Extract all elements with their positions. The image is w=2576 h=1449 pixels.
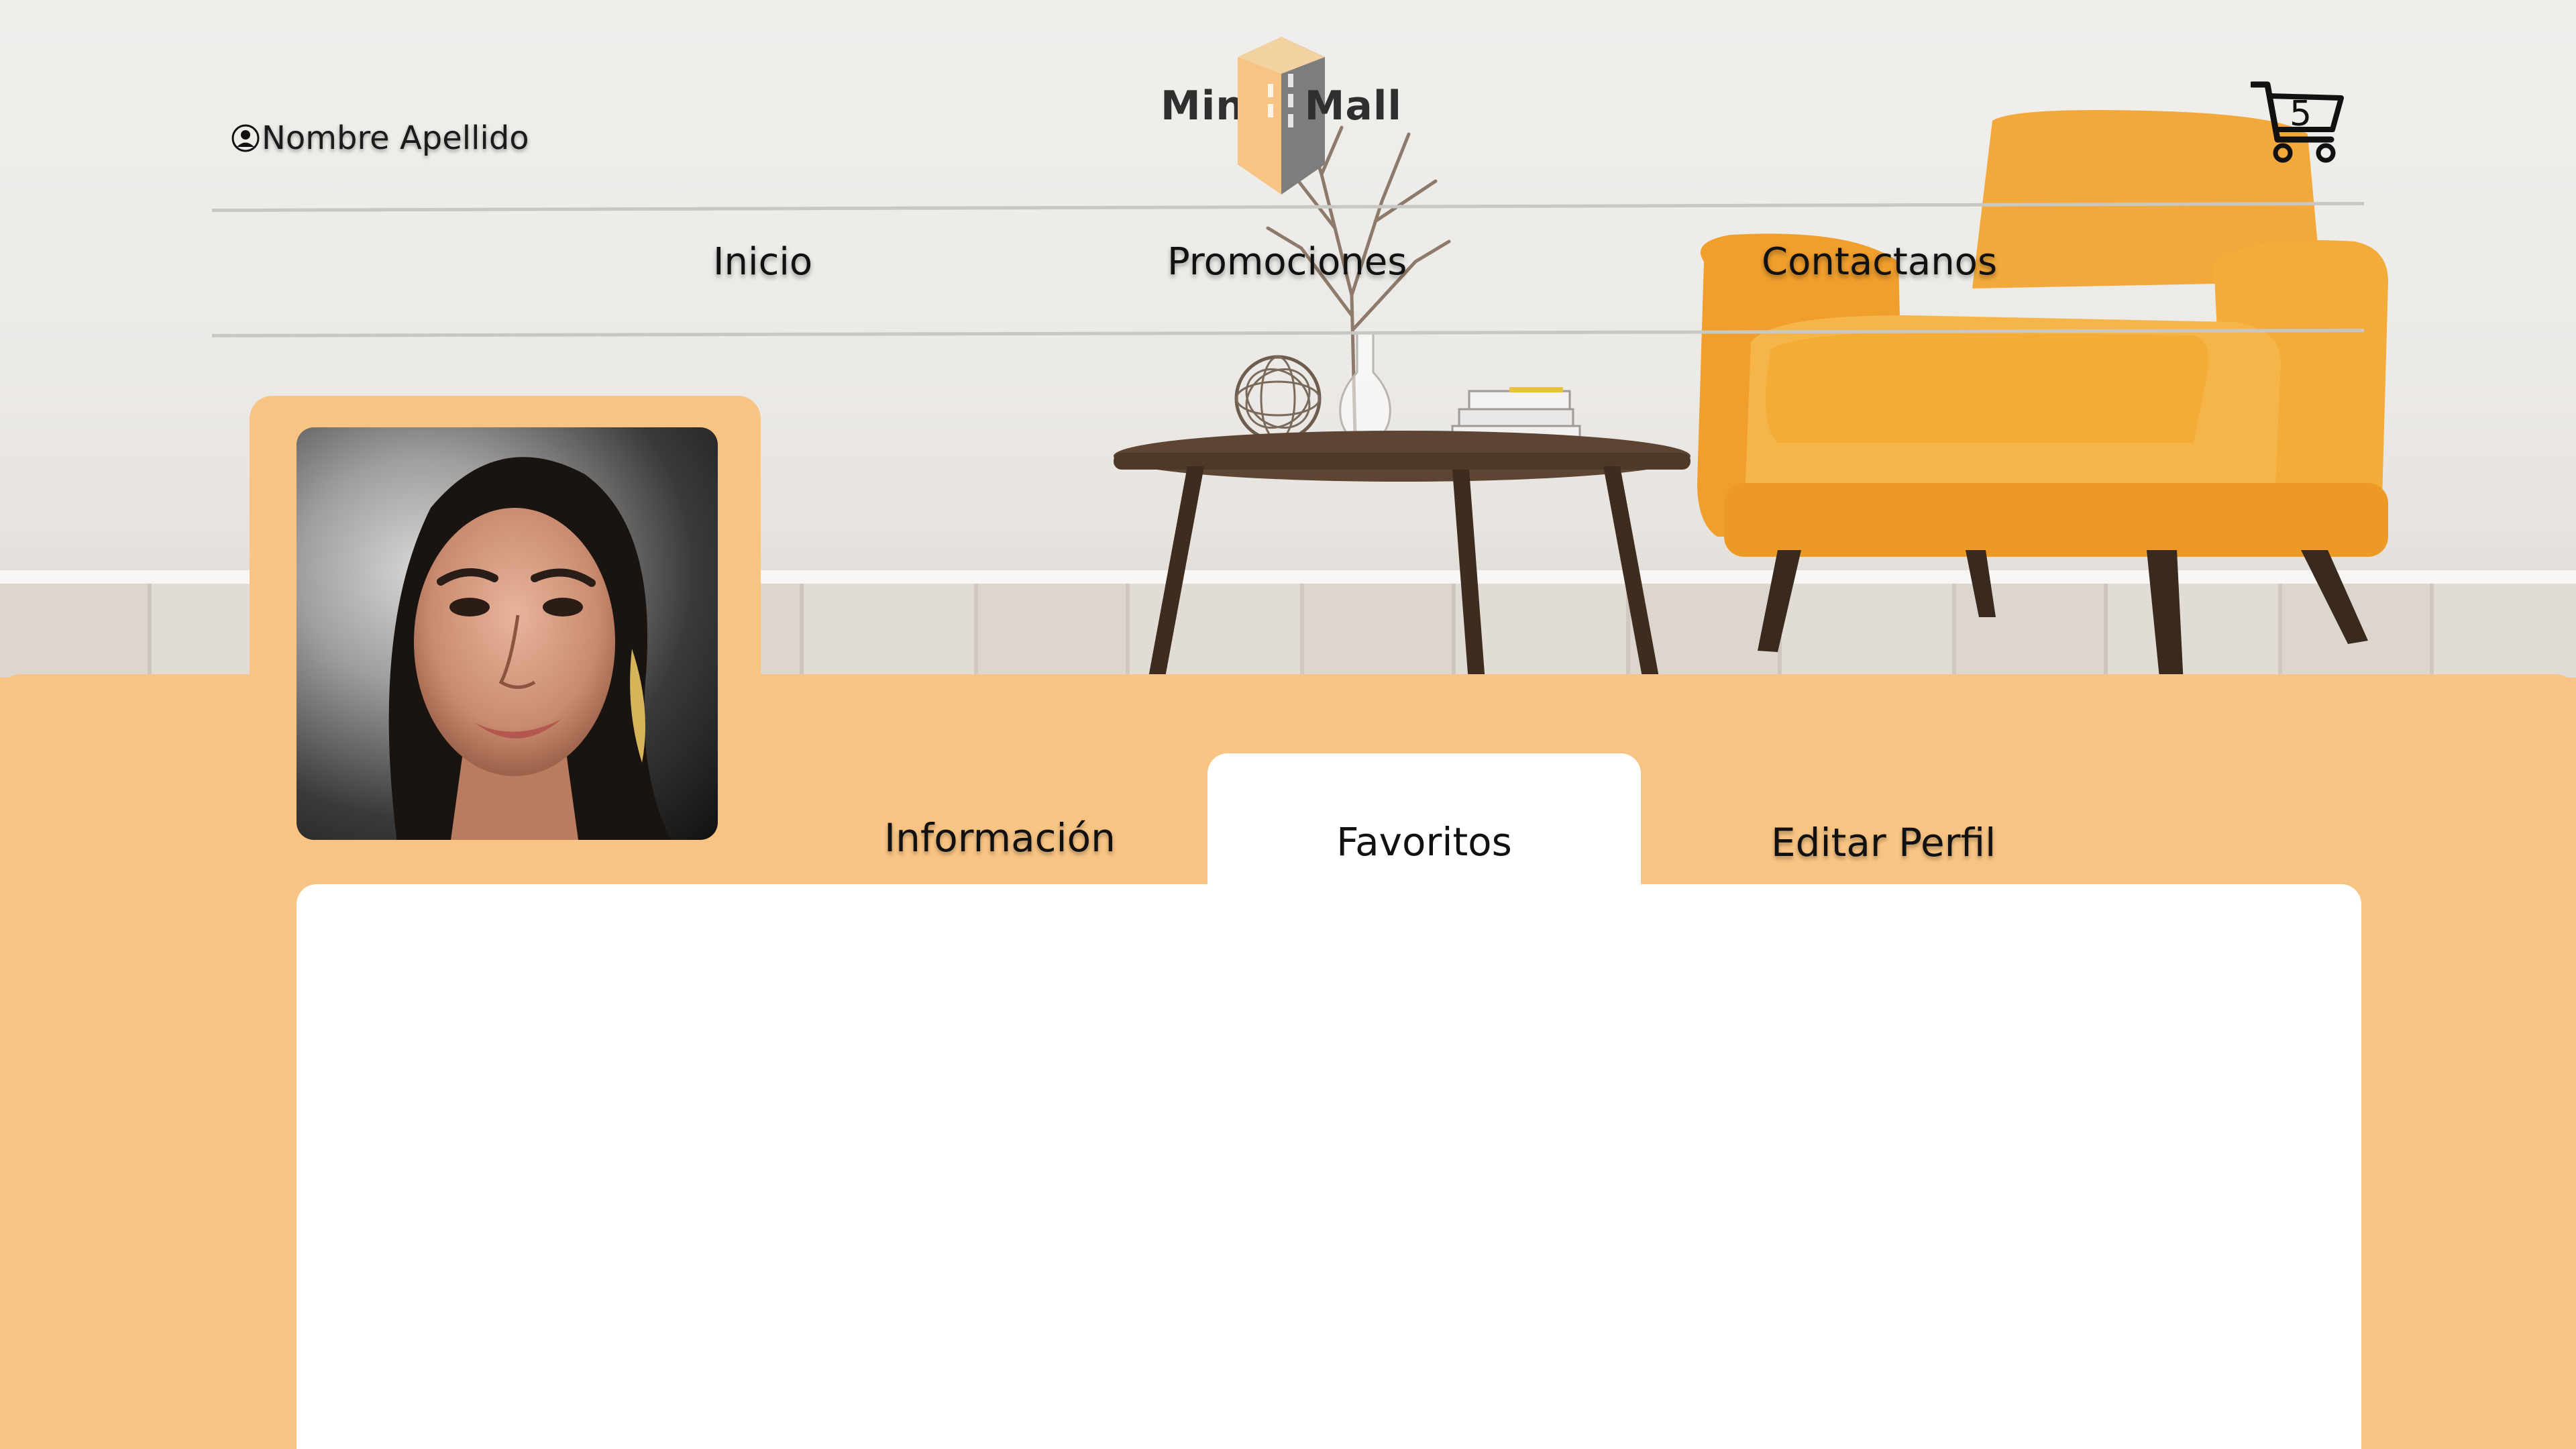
cart-count-badge: 5 <box>2290 94 2312 134</box>
logo-text-mall: Mall <box>1304 83 1402 129</box>
tab-favoritos-label: Favoritos <box>1336 819 1512 865</box>
nav-contactanos[interactable]: Contactanos <box>1762 240 1997 284</box>
user-name: Nombre Apellido <box>262 119 529 157</box>
user-profile-link[interactable]: Nombre Apellido <box>231 119 529 157</box>
tab-favoritos[interactable]: Favoritos <box>1208 753 1641 898</box>
glass-vase <box>1339 332 1391 443</box>
shopping-cart-button[interactable]: 5 <box>2249 79 2345 163</box>
nav-promociones[interactable]: Promociones <box>1167 240 1407 284</box>
tab-editar-perfil[interactable]: Editar Perfil <box>1771 820 1996 865</box>
user-circle-icon <box>231 124 260 152</box>
favorites-content-area <box>297 884 2361 1449</box>
tab-informacion[interactable]: Información <box>884 815 1116 861</box>
minimall-logo[interactable]: Mini Mall <box>1161 37 1402 195</box>
coffee-table <box>1114 431 1690 678</box>
avatar-portrait <box>388 457 671 840</box>
profile-avatar[interactable] <box>297 427 718 840</box>
yellow-armchair <box>1697 110 2388 678</box>
nav-inicio[interactable]: Inicio <box>713 240 812 284</box>
